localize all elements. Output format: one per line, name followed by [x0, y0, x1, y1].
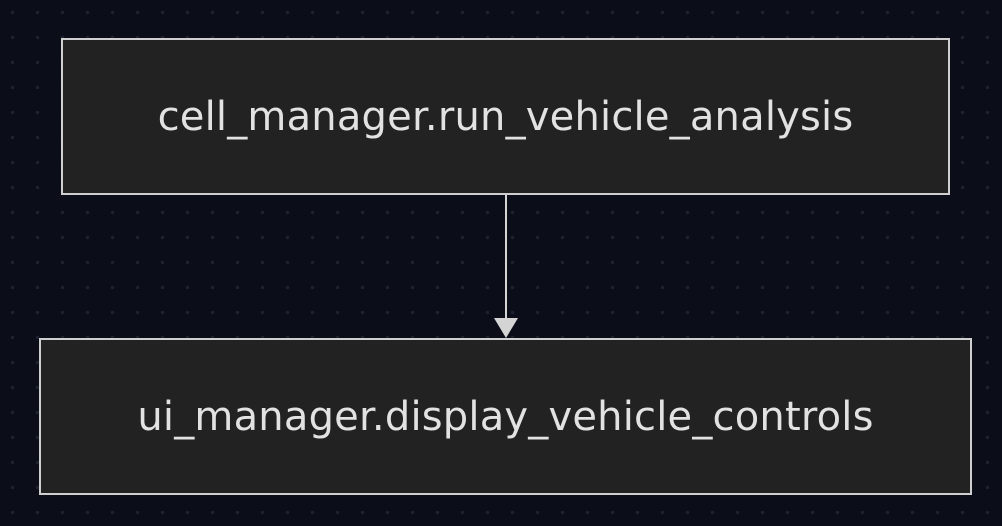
- node-label-display-vehicle-controls: ui_manager.display_vehicle_controls: [137, 393, 874, 440]
- diagram-canvas: cell_manager.run_vehicle_analysis ui_man…: [0, 0, 1002, 526]
- arrowhead-icon: [494, 318, 518, 338]
- node-label-run-vehicle-analysis: cell_manager.run_vehicle_analysis: [157, 93, 854, 140]
- node-display-vehicle-controls: ui_manager.display_vehicle_controls: [39, 338, 972, 495]
- node-run-vehicle-analysis: cell_manager.run_vehicle_analysis: [61, 38, 950, 195]
